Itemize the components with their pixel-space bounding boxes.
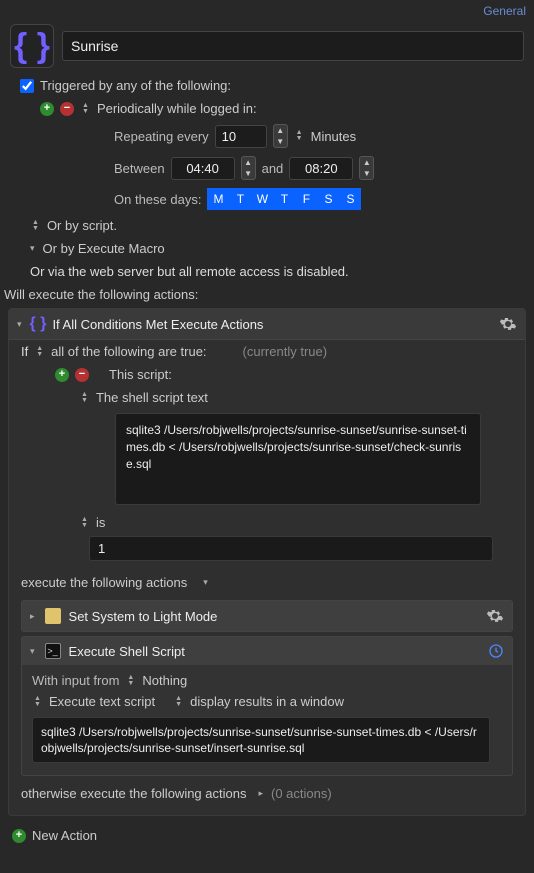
time-from-input[interactable] [171, 157, 235, 180]
otherwise-count: (0 actions) [271, 786, 332, 801]
chevron-down-icon[interactable]: ▾ [17, 319, 22, 330]
time-to-stepper[interactable]: ▲▼ [359, 156, 374, 180]
action-execute-shell-title: Execute Shell Script [69, 644, 185, 659]
action-light-mode-header[interactable]: ▸ Set System to Light Mode [22, 601, 512, 631]
sort-icon[interactable]: ▲▼ [32, 220, 39, 232]
or-script-label[interactable]: Or by script. [47, 218, 117, 233]
input-from-label: With input from [32, 673, 119, 688]
is-select[interactable]: is [96, 515, 105, 530]
sort-icon[interactable]: ▲▼ [175, 696, 182, 708]
unit-sort-icon[interactable]: ▲▼ [296, 130, 303, 142]
if-card-header[interactable]: ▾ { } If All Conditions Met Execute Acti… [9, 309, 525, 340]
action-execute-shell-header[interactable]: ▾ >_ Execute Shell Script [22, 637, 512, 665]
action-execute-shell: ▾ >_ Execute Shell Script With input fro… [21, 636, 513, 776]
add-condition-button[interactable]: + [55, 368, 69, 382]
input-from-row: With input from ▲▼ Nothing [32, 671, 502, 690]
chevron-down-icon[interactable]: ▾ [30, 646, 35, 657]
input-from-select[interactable]: Nothing [142, 673, 187, 688]
general-link[interactable]: General [0, 0, 534, 18]
periodic-row: + − ▲▼ Periodically while logged in: [0, 97, 534, 120]
action-script-textarea[interactable]: sqlite3 /Users/robjwells/projects/sunris… [32, 717, 490, 763]
terminal-icon: >_ [45, 643, 61, 659]
otherwise-label: otherwise execute the following actions [21, 786, 246, 801]
day-mon[interactable]: M [207, 188, 229, 210]
sort-icon[interactable]: ▲▼ [82, 103, 89, 115]
or-macro-row: ▾ Or by Execute Macro [0, 237, 534, 260]
if-card-title: If All Conditions Met Execute Actions [52, 317, 263, 332]
new-action-label: New Action [32, 828, 97, 843]
current-state: (currently true) [243, 344, 328, 359]
this-script-label: This script: [109, 367, 172, 382]
or-web-label: Or via the web server but all remote acc… [30, 264, 349, 279]
braces-icon: { } [14, 27, 50, 66]
between-row: Between ▲▼ and ▲▼ [0, 152, 534, 184]
exec-text-select[interactable]: Execute text script [49, 694, 155, 709]
repeat-row: Repeating every ▲▼ ▲▼ Minutes [0, 120, 534, 152]
or-web-row: Or via the web server but all remote acc… [0, 260, 534, 283]
triggered-label: Triggered by any of the following: [40, 78, 231, 93]
if-label: If [21, 344, 28, 359]
is-row: ▲▼ is [9, 511, 525, 534]
day-sun[interactable]: S [339, 188, 361, 210]
triggered-checkbox[interactable] [20, 79, 34, 93]
day-wed[interactable]: W [251, 188, 273, 210]
sort-icon[interactable]: ▲▼ [34, 696, 41, 708]
this-script-row: + − This script: [9, 363, 525, 386]
sort-icon[interactable]: ▲▼ [127, 675, 134, 687]
shell-text-row: ▲▼ The shell script text [9, 386, 525, 409]
triggered-row: Triggered by any of the following: [0, 74, 534, 97]
execute-actions-label: execute the following actions ▾ [9, 569, 525, 596]
sort-icon[interactable]: ▲▼ [81, 517, 88, 529]
action-light-mode-title: Set System to Light Mode [69, 609, 218, 624]
chevron-right-icon[interactable]: ▸ [30, 611, 35, 622]
gear-icon[interactable] [486, 607, 504, 625]
clock-icon[interactable] [488, 643, 504, 659]
system-icon [45, 608, 61, 624]
if-mode-select[interactable]: all of the following are true: [51, 344, 206, 359]
time-to-input[interactable] [289, 157, 353, 180]
days-row: On these days: M T W T F S S [0, 184, 534, 214]
remove-condition-button[interactable]: − [75, 368, 89, 382]
exec-label: Will execute the following actions: [0, 283, 534, 308]
periodic-select[interactable]: Periodically while logged in: [97, 101, 257, 116]
otherwise-row: otherwise execute the following actions … [9, 780, 525, 807]
between-label: Between [114, 161, 165, 176]
if-conditions-card: ▾ { } If All Conditions Met Execute Acti… [8, 308, 526, 816]
macro-title-input[interactable] [62, 31, 524, 61]
exec-display-row: ▲▼ Execute text script ▲▼ display result… [32, 690, 502, 713]
add-action-button[interactable]: + [12, 829, 26, 843]
or-macro-label[interactable]: Or by Execute Macro [43, 241, 165, 256]
time-from-stepper[interactable]: ▲▼ [241, 156, 256, 180]
day-fri[interactable]: F [295, 188, 317, 210]
day-sat[interactable]: S [317, 188, 339, 210]
repeat-unit-select[interactable]: Minutes [311, 129, 357, 144]
chevron-right-icon[interactable]: ▸ [258, 788, 263, 799]
and-label: and [262, 161, 284, 176]
chevron-down-icon[interactable]: ▾ [203, 577, 208, 588]
or-script-row: ▲▼ Or by script. [0, 214, 534, 237]
macro-logo: { } [10, 24, 54, 68]
sort-icon[interactable]: ▲▼ [36, 346, 43, 358]
condition-script-textarea[interactable]: sqlite3 /Users/robjwells/projects/sunris… [115, 413, 481, 505]
repeat-value-input[interactable] [215, 125, 267, 148]
sort-icon[interactable]: ▲▼ [81, 392, 88, 404]
compare-value-input[interactable]: 1 [89, 536, 493, 561]
add-trigger-button[interactable]: + [40, 102, 54, 116]
gear-icon[interactable] [499, 315, 517, 333]
day-thu[interactable]: T [273, 188, 295, 210]
remove-trigger-button[interactable]: − [60, 102, 74, 116]
days-label: On these days: [114, 192, 201, 207]
display-results-select[interactable]: display results in a window [190, 694, 344, 709]
if-mode-row: If ▲▼ all of the following are true: (cu… [9, 340, 525, 363]
chevron-down-icon[interactable]: ▾ [30, 243, 35, 254]
header: { } [0, 18, 534, 74]
days-group: M T W T F S S [207, 188, 361, 210]
day-tue[interactable]: T [229, 188, 251, 210]
repeat-label: Repeating every [114, 129, 209, 144]
new-action-row[interactable]: + New Action [0, 824, 534, 847]
repeat-stepper[interactable]: ▲▼ [273, 124, 288, 148]
action-light-mode: ▸ Set System to Light Mode [21, 600, 513, 632]
braces-icon: { } [30, 315, 47, 333]
shell-text-select[interactable]: The shell script text [96, 390, 208, 405]
